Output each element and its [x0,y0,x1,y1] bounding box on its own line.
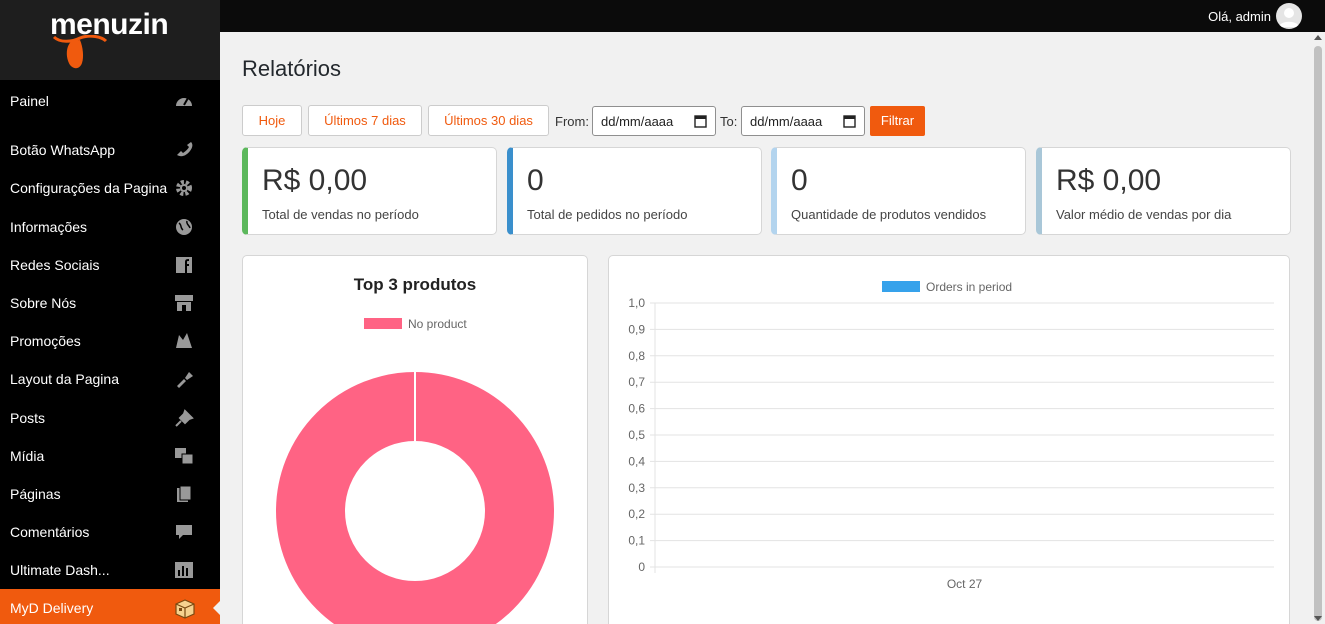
media-icon [174,447,194,465]
y-tick-label: 1,0 [628,296,645,310]
scrollbar-thumb[interactable] [1314,46,1322,621]
page-title: Relatórios [242,56,342,81]
orders-bar-chart: 1,0 0,9 0,8 0,7 0,6 0,5 0,4 0,3 0,2 0,1 0 Oct 27 [628,296,1274,591]
stat-card-products-sold: 0 Quantidade de produtos vendidos [771,147,1026,235]
sidebar-item-label: Sobre Nós [10,295,77,311]
user-avatar-icon[interactable] [1276,3,1302,29]
from-date-value: dd/mm/aaaa [601,114,674,129]
orders-chart-panel: Orders in period 1,0 0,9 0,8 0,7 0,6 0,5 0,4 0,… [608,255,1290,624]
stat-caption: Total de vendas no período [262,207,419,222]
logo-tongue-icon [52,35,108,69]
stat-caption: Quantidade de produtos vendidos [791,207,987,222]
dashboard-icon [174,92,194,110]
store-icon [174,294,194,312]
sidebar-item-mídia[interactable]: Mídia [0,437,220,475]
sidebar-item-myd-delivery[interactable]: MyD Delivery [0,589,220,624]
from-label: From: [555,114,589,129]
from-date-input[interactable]: dd/mm/aaaa [592,106,716,136]
promotions-icon [174,332,194,350]
comment-icon [174,523,194,541]
y-tick-label: 0,5 [628,428,645,442]
stat-card-total-sales: R$ 0,00 Total de vendas no período [242,147,497,235]
sidebar: menuzin Painel Botão WhatsApp Configuraçõe… [0,0,220,624]
calendar-icon[interactable] [843,114,856,128]
sidebar-item-label: Mídia [10,448,45,464]
globe-icon [174,218,194,236]
sidebar-item-informações[interactable]: Informações [0,208,220,246]
gear-icon [174,179,194,197]
sidebar-item-label: MyD Delivery [10,600,94,616]
y-tick-label: 0,4 [628,454,645,468]
sidebar-item-layout-da-pagina[interactable]: Layout da Pagina [0,360,220,398]
y-tick-label: 0,3 [628,481,645,495]
stat-card-average-daily-sales: R$ 0,00 Valor médio de vendas por dia [1036,147,1291,235]
y-tick-label: 0,2 [628,507,645,521]
sidebar-item-promoções[interactable]: Promoções [0,322,220,360]
brush-icon [174,370,194,388]
stat-caption: Valor médio de vendas por dia [1056,207,1232,222]
y-tick-label: 0 [638,560,645,574]
page-scrollbar[interactable] [1310,32,1325,624]
scroll-down-arrow-icon[interactable] [1314,616,1322,621]
sidebar-item-posts[interactable]: Posts [0,399,220,437]
sidebar-item-configurações-da-pagina[interactable]: Configurações da Pagina [0,169,220,207]
last-7-days-button[interactable]: Últimos 7 dias [308,105,422,136]
logo[interactable]: menuzin [0,0,220,80]
y-tick-label: 0,1 [628,534,645,548]
pages-icon [174,485,194,503]
sidebar-item-botão-whatsapp[interactable]: Botão WhatsApp [0,131,220,169]
sidebar-item-label: Layout da Pagina [10,371,119,387]
today-button[interactable]: Hoje [242,105,302,136]
stat-value: R$ 0,00 [262,164,368,197]
facebook-icon [174,256,194,274]
to-date-input[interactable]: dd/mm/aaaa [741,106,865,136]
sidebar-item-comentários[interactable]: Comentários [0,513,220,551]
y-tick-label: 0,9 [628,322,645,336]
stat-value: 0 [527,164,544,197]
y-tick-label: 0,8 [628,349,645,363]
user-greeting[interactable]: Olá, admin [1208,9,1271,24]
last-30-days-button[interactable]: Últimos 30 dias [428,105,549,136]
sidebar-item-label: Painel [10,93,49,109]
filter-button[interactable]: Filtrar [870,106,925,136]
to-date-value: dd/mm/aaaa [750,114,823,129]
sidebar-item-label: Redes Sociais [10,257,100,273]
pin-icon [174,409,194,427]
stat-value: R$ 0,00 [1056,164,1162,197]
x-tick-label: Oct 27 [947,577,983,591]
phone-icon [174,141,194,159]
sidebar-item-redes-sociais[interactable]: Redes Sociais [0,246,220,284]
y-tick-label: 0,6 [628,402,645,416]
y-tick-label: 0,7 [628,375,645,389]
sidebar-item-ultimate-dash[interactable]: Ultimate Dash... [0,551,220,589]
to-label: To: [720,114,738,129]
stat-caption: Total de pedidos no período [527,207,688,222]
calendar-icon[interactable] [694,114,707,128]
stat-card-total-orders: 0 Total de pedidos no período [507,147,762,235]
sidebar-item-label: Promoções [10,333,81,349]
sidebar-item-label: Configurações da Pagina [10,180,168,196]
sidebar-item-páginas[interactable]: Páginas [0,475,220,513]
top-products-panel: Top 3 produtos No product [242,255,588,624]
sidebar-item-label: Posts [10,410,46,426]
sidebar-item-sobre-nós[interactable]: Sobre Nós [0,284,220,322]
scroll-up-arrow-icon[interactable] [1314,35,1322,40]
admin-top-bar: Olá, admin [220,0,1325,32]
sidebar-item-label: Ultimate Dash... [10,562,110,578]
stat-value: 0 [791,164,808,197]
sidebar-item-label: Comentários [10,524,90,540]
sidebar-item-painel[interactable]: Painel [0,82,220,120]
box-icon [174,599,195,619]
sidebar-item-label: Informações [10,219,88,235]
doughnut-chart [276,372,554,624]
sidebar-item-label: Páginas [10,486,61,502]
chart-icon [174,561,194,579]
sidebar-item-label: Botão WhatsApp [10,142,116,158]
